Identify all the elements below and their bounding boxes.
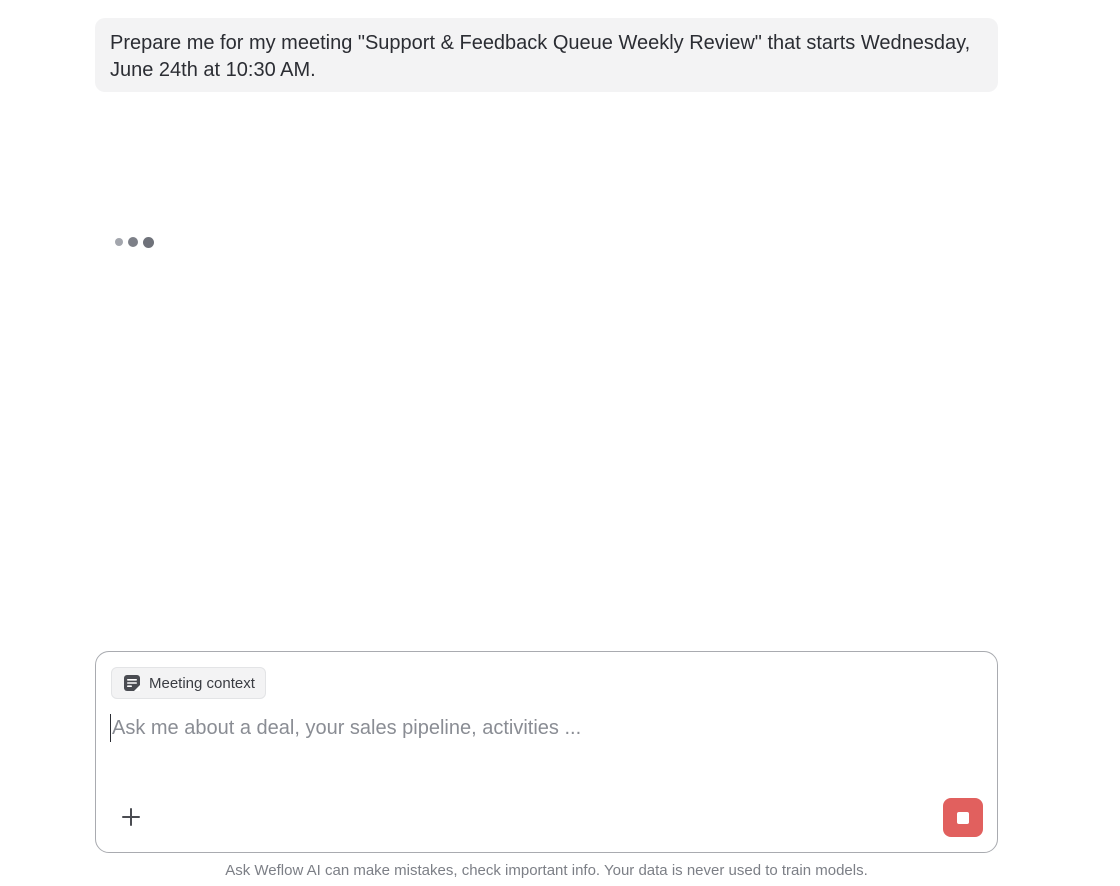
user-message-text: Prepare me for my meeting "Support & Fee… <box>110 32 971 81</box>
typing-dot <box>128 237 138 247</box>
stop-square-icon <box>957 811 969 824</box>
meeting-context-chip[interactable]: Meeting context <box>111 667 266 699</box>
typing-dot <box>115 238 123 246</box>
meeting-context-label: Meeting context <box>149 674 255 692</box>
ai-disclaimer: Ask Weflow AI can make mistakes, check i… <box>225 862 868 879</box>
add-attachment-button[interactable] <box>116 802 146 832</box>
stop-generation-button[interactable] <box>943 798 983 837</box>
message-composer: Meeting context <box>95 651 998 853</box>
document-note-icon <box>124 675 140 691</box>
typing-dot <box>143 236 154 248</box>
chat-page: Prepare me for my meeting "Support & Fee… <box>0 0 1120 886</box>
user-message-bubble: Prepare me for my meeting "Support & Fee… <box>95 18 998 92</box>
chat-input[interactable] <box>110 714 980 742</box>
plus-icon <box>122 808 140 826</box>
typing-indicator <box>115 236 154 248</box>
